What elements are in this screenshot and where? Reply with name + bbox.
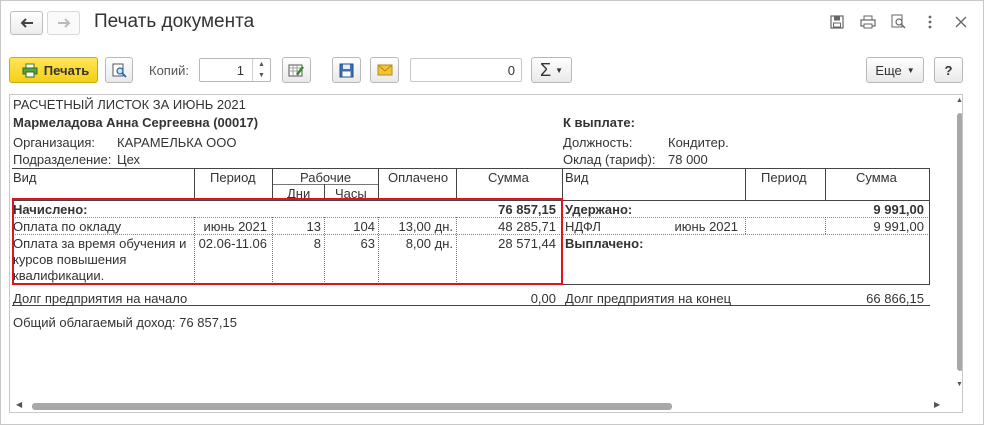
- copies-stepper[interactable]: ▲ ▼: [252, 59, 270, 81]
- vertical-scrollbar[interactable]: ▲ ▼: [955, 95, 962, 412]
- debt-end-label: Долг предприятия на конец: [565, 291, 732, 306]
- withholding-period: июнь 2021: [674, 219, 739, 234]
- horizontal-scroll-thumb[interactable]: [32, 403, 672, 410]
- salary-label: Оклад (тариф):: [563, 152, 656, 167]
- chevron-down-icon: ▼: [555, 65, 564, 75]
- organization-value: КАРАМЕЛЬКА ООО: [117, 135, 237, 150]
- print-button[interactable]: Печать: [9, 57, 98, 83]
- salary-value: 78 000: [668, 152, 708, 167]
- back-button[interactable]: [10, 11, 43, 35]
- organization-label: Организация:: [13, 135, 96, 150]
- debt-end-value: 66 866,15: [866, 291, 924, 306]
- edit-table-button[interactable]: [282, 57, 311, 83]
- col-header-kind-right: Вид: [565, 170, 589, 185]
- table-top-line: [12, 168, 930, 169]
- paid-out-label: Выплачено:: [565, 236, 644, 251]
- more-vertical-icon[interactable]: [921, 13, 938, 30]
- floppy-icon: [339, 63, 354, 77]
- save-icon[interactable]: [828, 13, 845, 30]
- table-edit-icon: [288, 64, 304, 76]
- debt-start-value: 0,00: [530, 291, 556, 306]
- scroll-right-icon[interactable]: ▶: [934, 400, 940, 409]
- col-header-period-right: Период: [761, 170, 807, 185]
- payslip-document[interactable]: РАСЧЕТНЫЙ ЛИСТОК ЗА ИЮНЬ 2021 Мармеладов…: [9, 94, 963, 413]
- department-label: Подразделение:: [13, 152, 112, 167]
- title-bar: Печать документа: [1, 1, 983, 45]
- copies-value: 1: [236, 63, 244, 78]
- sum-mode-button[interactable]: Σ ▼: [531, 57, 572, 83]
- printer-icon[interactable]: [859, 13, 876, 30]
- copies-input[interactable]: 1 ▲ ▼: [199, 58, 271, 82]
- withheld-label: Удержано:: [565, 202, 633, 217]
- envelope-icon: [377, 64, 392, 76]
- sum-field[interactable]: 0: [410, 58, 522, 82]
- save-button[interactable]: [332, 57, 361, 83]
- toolbar: Печать Копий: 1 ▲ ▼ 0 Σ ▼ Еще ▼ ?: [1, 57, 983, 85]
- scroll-left-icon[interactable]: ◀: [16, 400, 22, 409]
- col-divider: [378, 168, 379, 200]
- col-header-period: Период: [210, 170, 256, 185]
- print-button-label: Печать: [43, 62, 90, 78]
- withheld-total: 9 991,00: [873, 202, 924, 217]
- to-pay-label: К выплате:: [563, 115, 635, 130]
- sigma-icon: Σ: [539, 59, 552, 80]
- stepper-down-icon[interactable]: ▼: [253, 70, 270, 81]
- more-button-label: Еще: [875, 62, 902, 78]
- col-divider: [745, 168, 746, 200]
- position-label: Должность:: [563, 135, 633, 150]
- title-icons: [828, 13, 969, 30]
- vertical-scroll-thumb[interactable]: [957, 113, 962, 371]
- arrow-right-icon: [57, 18, 70, 28]
- printer-icon: [22, 63, 38, 77]
- preview-button[interactable]: [105, 57, 133, 83]
- highlight-frame: [12, 198, 563, 285]
- employee-name: Мармеладова Анна Сергеевна (00017): [13, 115, 259, 130]
- arrow-left-icon: [20, 18, 33, 28]
- debt-start-label: Долг предприятия на начало: [13, 291, 188, 306]
- withholding-sum: 9 991,00: [873, 219, 924, 234]
- col-divider: [825, 217, 826, 234]
- col-divider: [825, 168, 826, 200]
- forward-button[interactable]: [47, 11, 80, 35]
- preview-icon[interactable]: [890, 13, 907, 30]
- col-header-sum-right: Сумма: [856, 170, 897, 185]
- scroll-up-icon[interactable]: ▲: [956, 97, 962, 104]
- window-title: Печать документа: [94, 11, 255, 32]
- send-email-button[interactable]: [370, 57, 399, 83]
- stepper-up-icon[interactable]: ▲: [253, 59, 270, 70]
- position-value: Кондитер.: [668, 135, 729, 150]
- department-value: Цех: [117, 152, 141, 167]
- more-button[interactable]: Еще ▼: [866, 57, 924, 83]
- withholding-kind: НДФЛ: [565, 219, 601, 234]
- close-icon[interactable]: [952, 13, 969, 30]
- col-divider: [194, 168, 195, 200]
- col-divider: [929, 168, 930, 285]
- col-divider: [745, 217, 746, 234]
- magnifier-page-icon: [112, 63, 127, 78]
- horizontal-scrollbar[interactable]: ◀ ▶: [10, 400, 955, 412]
- print-document-window: Печать документа Печать Копий: 1 ▲ ▼ 0 Σ…: [0, 0, 984, 425]
- payslip-heading: РАСЧЕТНЫЙ ЛИСТОК ЗА ИЮНЬ 2021: [13, 97, 246, 112]
- help-button-label: ?: [944, 62, 953, 78]
- copies-label: Копий:: [149, 63, 189, 78]
- chevron-down-icon: ▼: [906, 65, 915, 75]
- col-header-working: Рабочие: [300, 170, 352, 185]
- col-header-paid: Оплачено: [388, 170, 449, 185]
- taxable-income: Общий облагаемый доход: 76 857,15: [13, 315, 237, 330]
- help-button[interactable]: ?: [934, 57, 963, 83]
- col-divider: [272, 168, 273, 200]
- col-header-kind: Вид: [13, 170, 37, 185]
- col-header-sum: Сумма: [488, 170, 529, 185]
- sum-field-value: 0: [507, 63, 515, 78]
- col-divider: [456, 168, 457, 200]
- scroll-down-icon[interactable]: ▼: [956, 381, 962, 388]
